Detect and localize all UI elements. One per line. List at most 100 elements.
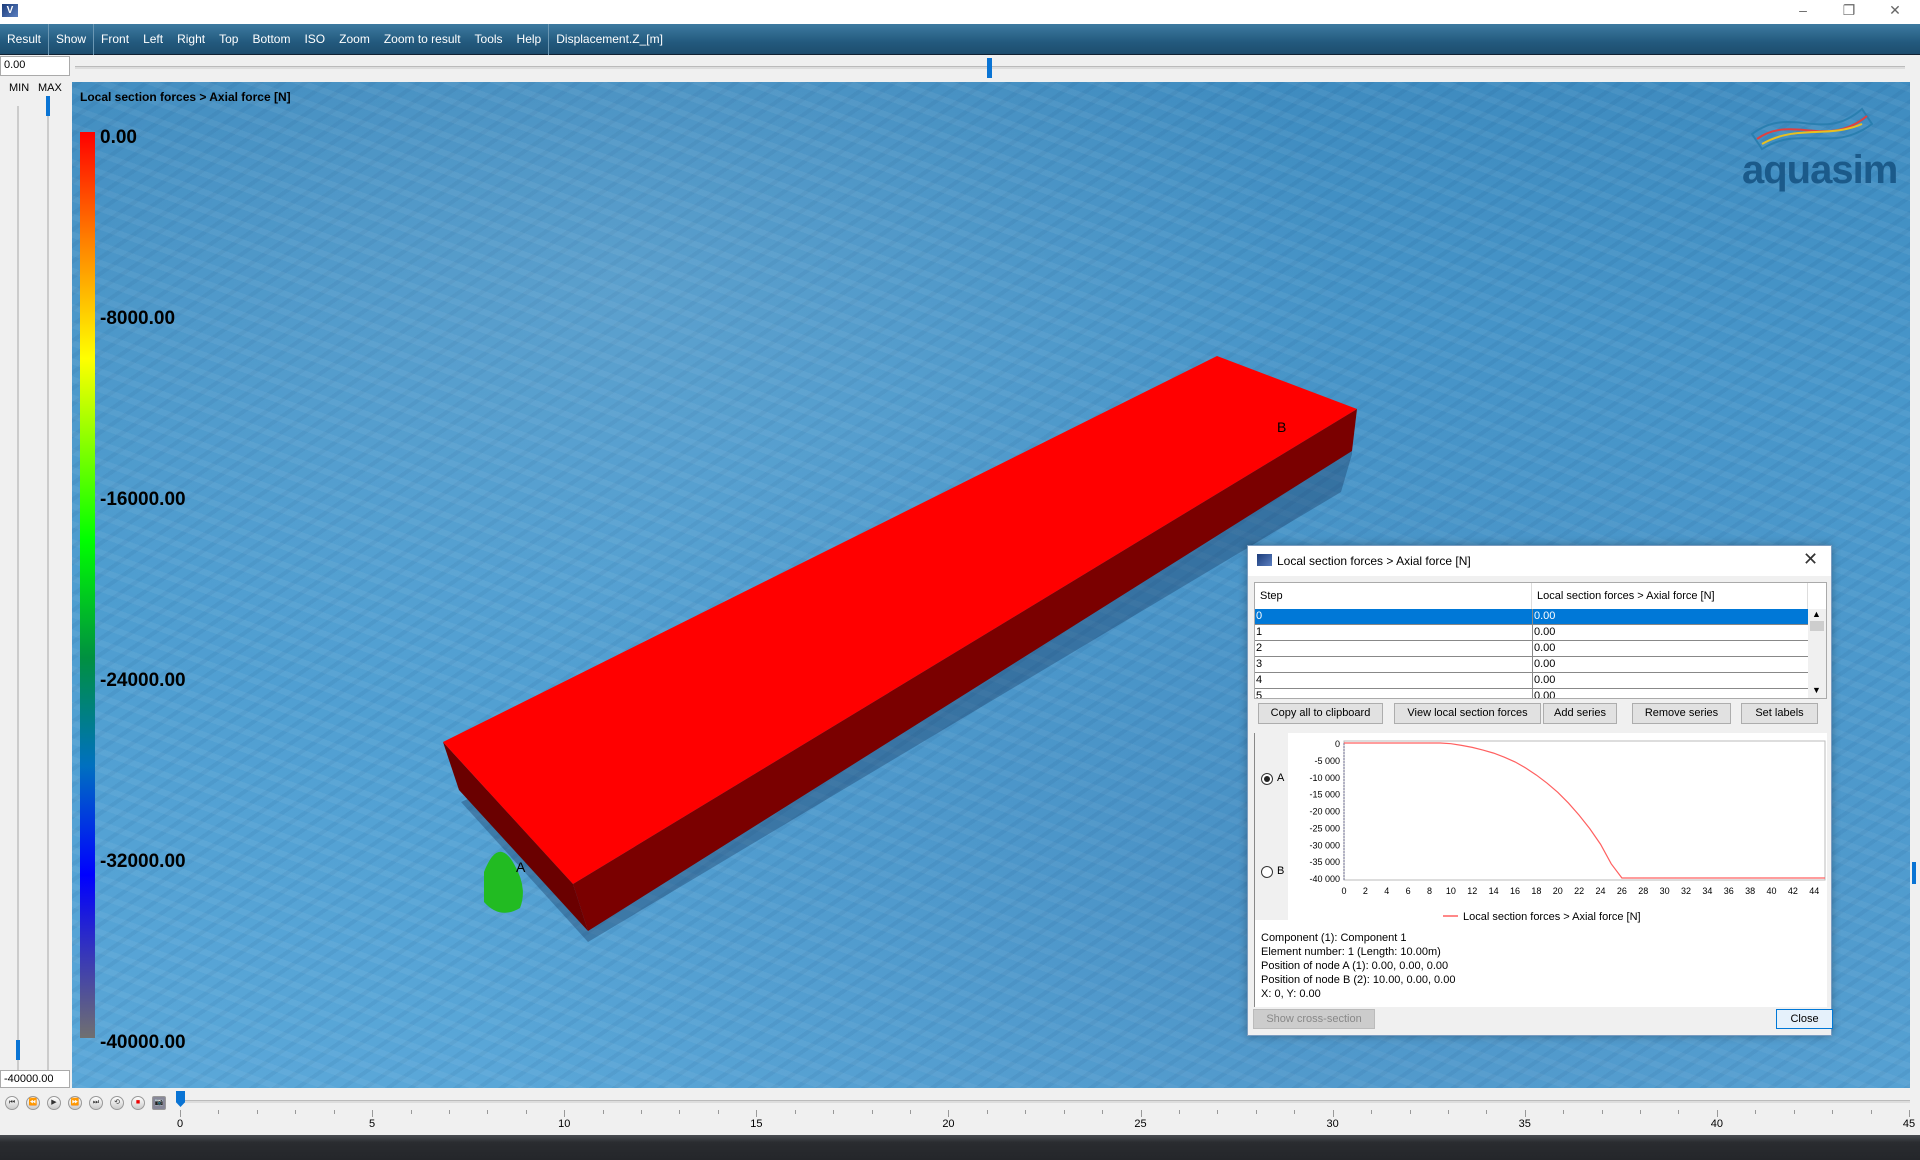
column-header-step[interactable]: Step	[1255, 583, 1532, 609]
record-icon[interactable]: ■	[131, 1096, 145, 1110]
x-tick-label: 44	[1809, 886, 1819, 896]
last-icon[interactable]: ⏭	[89, 1096, 103, 1110]
timeline-tick	[1486, 1110, 1488, 1114]
table-row[interactable]: 0 0.00	[1255, 609, 1808, 625]
x-tick-label: 16	[1510, 886, 1520, 896]
remove-series-button[interactable]: Remove series	[1632, 703, 1731, 724]
legend-label: Local section forces > Axial force [N]	[1463, 911, 1641, 923]
x-tick-label: 36	[1724, 886, 1734, 896]
view-local-section-forces-button[interactable]: View local section forces	[1394, 703, 1541, 724]
timeline-tick	[1255, 1110, 1257, 1114]
menu-zoom[interactable]: Zoom	[332, 24, 377, 55]
x-tick-label: 42	[1788, 886, 1798, 896]
menu-tools[interactable]: Tools	[468, 24, 510, 55]
menu-top[interactable]: Top	[212, 24, 245, 55]
timeline-tick	[372, 1110, 374, 1117]
close-button[interactable]: Close	[1776, 1009, 1833, 1029]
menu-left[interactable]: Left	[136, 24, 170, 55]
min-slider-track[interactable]	[17, 106, 19, 1076]
loop-icon[interactable]: ⟲	[110, 1096, 124, 1110]
timeline-tick	[1178, 1110, 1180, 1114]
close-window-button[interactable]: ✕	[1872, 0, 1918, 22]
timeline-tick	[794, 1110, 796, 1114]
y-tick-label: -40 000	[1309, 874, 1340, 884]
fast-forward-icon[interactable]: ⏩	[68, 1096, 82, 1110]
title-bar: V – ❐ ✕	[0, 0, 1920, 24]
copy-all-to-clipboard-button[interactable]: Copy all to clipboard	[1258, 703, 1383, 724]
rewind-icon[interactable]: ⏪	[26, 1096, 40, 1110]
column-header-axial-force[interactable]: Local section forces > Axial force [N]	[1532, 583, 1808, 609]
x-tick-label: 22	[1574, 886, 1584, 896]
step-cell: 3	[1256, 658, 1263, 670]
table-row[interactable]: 2 0.00	[1255, 641, 1808, 657]
menu-iso[interactable]: ISO	[297, 24, 332, 55]
timeline-tick	[295, 1110, 297, 1114]
min-label: MIN	[9, 82, 30, 94]
top-slider-thumb[interactable]	[987, 58, 992, 78]
close-icon[interactable]: ✕	[1803, 549, 1818, 570]
y-tick-label: -35 000	[1309, 857, 1340, 867]
node-a-label: A	[516, 859, 526, 875]
camera-icon[interactable]: 📷	[152, 1096, 166, 1110]
x-tick-label: 38	[1745, 886, 1755, 896]
table-row[interactable]: 4 0.00	[1255, 673, 1808, 689]
x-tick-label: 8	[1427, 886, 1432, 896]
scroll-up-icon[interactable]: ▲	[1812, 609, 1821, 619]
restore-button[interactable]: ❐	[1826, 0, 1872, 22]
line-chart[interactable]: 0 -5 000 -10 000 -15 000 -20 000 -25 000 -30 0…	[1288, 733, 1828, 923]
x-tick-label: 30	[1660, 886, 1670, 896]
value-cell: 0.00	[1532, 657, 1555, 673]
radio-node-a[interactable]	[1261, 773, 1273, 785]
radio-node-b[interactable]	[1261, 866, 1273, 878]
timeline-tick	[487, 1110, 489, 1114]
menu-result[interactable]: Result	[0, 24, 48, 55]
play-icon[interactable]: ▶	[47, 1096, 61, 1110]
menu-right[interactable]: Right	[170, 24, 212, 55]
minimize-button[interactable]: –	[1780, 0, 1826, 22]
scroll-thumb[interactable]	[1810, 621, 1824, 631]
min-slider-thumb[interactable]	[16, 1040, 20, 1060]
menu-displacement-z-m-[interactable]: Displacement.Z_[m]	[549, 24, 670, 55]
chart-panel: A B 0 -5 000 -10 000 -15 000 -20 000 -25 000 -…	[1254, 733, 1827, 1007]
table-row[interactable]: 3 0.00	[1255, 657, 1808, 673]
legend-label: -32000.00	[100, 851, 186, 872]
timeline-label: 40	[1710, 1118, 1723, 1130]
timeline-label: 25	[1134, 1118, 1147, 1130]
min-value-input[interactable]: -40000.00	[0, 1070, 70, 1088]
x-tick-label: 40	[1767, 886, 1777, 896]
menu-show[interactable]: Show	[49, 24, 93, 55]
x-tick-label: 14	[1489, 886, 1499, 896]
x-tick-label: 2	[1363, 886, 1368, 896]
timeline-tick	[871, 1110, 873, 1114]
menu-zoom-to-result[interactable]: Zoom to result	[377, 24, 468, 55]
timeline-tick	[1640, 1110, 1642, 1114]
menu-bottom[interactable]: Bottom	[245, 24, 297, 55]
add-series-button[interactable]: Add series	[1543, 703, 1617, 724]
table-row[interactable]: 5 0.00	[1255, 689, 1808, 698]
menu-help[interactable]: Help	[510, 24, 549, 55]
max-value-input[interactable]: 0.00	[0, 56, 70, 76]
set-labels-button[interactable]: Set labels	[1741, 703, 1818, 724]
y-tick-label: -25 000	[1309, 823, 1340, 833]
value-cell: 0.00	[1532, 673, 1555, 689]
timeline-tick	[948, 1110, 950, 1117]
step-cell: 2	[1256, 642, 1263, 654]
table-row[interactable]: 1 0.00	[1255, 625, 1808, 641]
timeline-tick	[1601, 1110, 1603, 1114]
element-top-face	[443, 356, 1357, 884]
timeline-tick	[256, 1110, 258, 1114]
y-tick-label: -5 000	[1314, 756, 1340, 766]
step-cell: 1	[1256, 626, 1263, 638]
first-icon[interactable]: ⏮	[5, 1096, 19, 1110]
timeline-slider-track[interactable]	[180, 1100, 1910, 1103]
step-cell: 4	[1256, 674, 1263, 686]
x-tick-label: 20	[1553, 886, 1563, 896]
right-scroll-thumb[interactable]	[1912, 862, 1916, 884]
menu-front[interactable]: Front	[94, 24, 136, 55]
info-line: Component (1): Component 1	[1261, 932, 1407, 944]
max-slider-thumb[interactable]	[46, 96, 50, 116]
timeline-tick	[1447, 1110, 1449, 1114]
max-slider-track[interactable]	[47, 106, 49, 1076]
scroll-down-icon[interactable]: ▼	[1812, 685, 1821, 695]
table-scrollbar[interactable]: ▲ ▼	[1808, 609, 1826, 698]
